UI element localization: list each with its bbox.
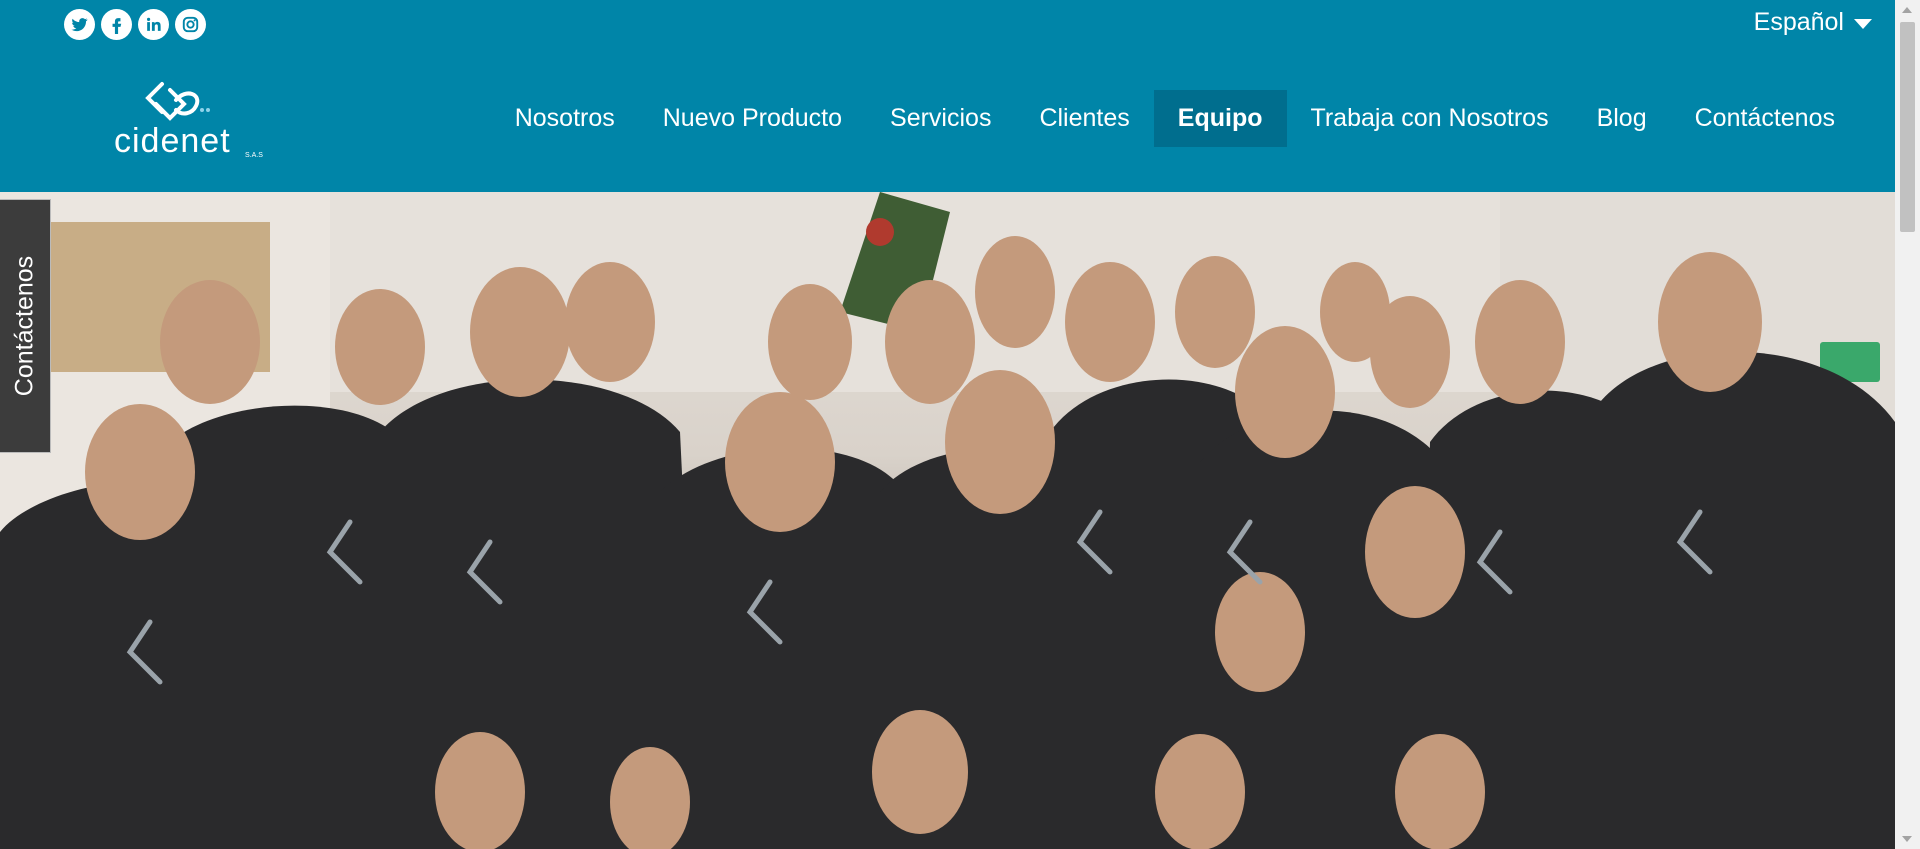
nav-clientes[interactable]: Clientes [1015,90,1153,147]
main-nav: Nosotros Nuevo Producto Servicios Client… [491,90,1859,147]
instagram-icon[interactable] [175,9,206,40]
site-header: Español cidenet S.A.S Nosotros Nuevo Pro… [0,0,1895,192]
social-links [64,9,206,40]
facebook-icon[interactable] [101,9,132,40]
logo-text: cidenet [114,122,231,160]
caret-down-icon [1854,18,1872,29]
nav-nosotros[interactable]: Nosotros [491,90,639,147]
contact-side-tab[interactable]: Contáctenos [0,199,51,453]
language-label: Español [1753,8,1844,36]
twitter-icon[interactable] [64,9,95,40]
contact-side-tab-label: Contáctenos [10,255,39,397]
nav-equipo[interactable]: Equipo [1153,90,1287,147]
team-photo [0,192,1895,849]
nav-servicios[interactable]: Servicios [866,90,1015,147]
cidenet-logo-mark [145,82,210,121]
logo-suffix: S.A.S [245,152,263,159]
nav-trabaja-con-nosotros[interactable]: Trabaja con Nosotros [1287,90,1573,147]
nav-contactenos[interactable]: Contáctenos [1671,90,1859,147]
cidenet-logo[interactable]: cidenet S.A.S [114,80,274,160]
scroll-up-icon[interactable] [1902,7,1912,13]
vertical-scrollbar[interactable] [1895,0,1920,849]
linkedin-icon[interactable] [138,9,169,40]
team-photo-illustration [0,192,1895,849]
nav-nuevo-producto[interactable]: Nuevo Producto [639,90,866,147]
scroll-down-icon[interactable] [1902,836,1912,842]
language-selector[interactable]: Español [1754,8,1872,37]
scrollbar-thumb[interactable] [1900,22,1915,232]
nav-blog[interactable]: Blog [1573,90,1671,147]
